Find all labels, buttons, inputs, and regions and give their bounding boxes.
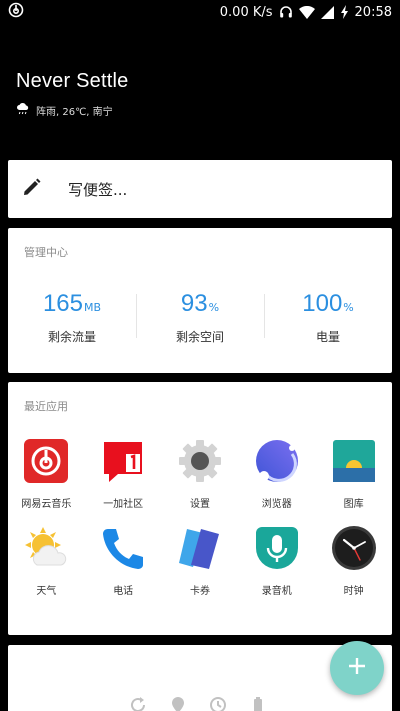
location-icon — [168, 695, 188, 711]
browser-icon — [253, 437, 301, 485]
signal-icon — [320, 5, 334, 19]
app-gallery[interactable]: 图库 — [315, 437, 392, 510]
app-label: 电话 — [113, 586, 134, 597]
app-label: 时钟 — [343, 586, 364, 597]
network-speed: 0.00 K/s — [219, 4, 273, 20]
stat-label: 剩余空间 — [175, 330, 224, 344]
plus-icon — [347, 656, 367, 680]
app-label: 录音机 — [261, 586, 292, 597]
rain-cloud-icon — [16, 103, 30, 118]
phone-icon — [99, 524, 147, 572]
management-center-title: 管理中心 — [24, 246, 68, 259]
battery-icon — [248, 695, 268, 711]
app-label: 天气 — [36, 586, 57, 597]
recent-apps-title: 最近应用 — [24, 400, 68, 413]
add-fab-button[interactable] — [330, 641, 384, 695]
shelf-header: Never Settle 阵雨, 26℃, 南宁 — [16, 70, 128, 118]
app-label: 浏览器 — [261, 499, 292, 510]
stat-unit: % — [343, 301, 354, 314]
app-label: 卡券 — [189, 586, 210, 597]
management-stats: 165MB 剩余流量 93% 剩余空间 100% 电量 — [8, 288, 392, 345]
app-netease-music[interactable]: 网易云音乐 — [8, 437, 85, 510]
netease-music-icon — [22, 437, 70, 485]
status-bar: 0.00 K/s 20:58 — [0, 0, 400, 24]
management-center-card: 管理中心 165MB 剩余流量 93% 剩余空间 100% 电量 — [8, 228, 392, 373]
weather-text: 阵雨, 26℃, 南宁 — [36, 107, 113, 118]
oneplus-community-icon — [99, 437, 147, 485]
stat-storage-remaining[interactable]: 93% 剩余空间 — [136, 288, 264, 345]
app-label: 一加社区 — [103, 499, 144, 510]
app-recorder[interactable]: 录音机 — [238, 524, 315, 597]
stat-value: 100 — [302, 290, 343, 317]
stat-value: 93 — [180, 290, 208, 317]
app-oneplus-community[interactable]: 一加社区 — [85, 437, 162, 510]
pencil-icon — [22, 177, 42, 201]
clock-icon — [330, 524, 378, 572]
timer-icon — [208, 695, 228, 711]
recent-apps-card: 最近应用 网易云音乐 一加社区 设置 浏览器 图库 天气 电话 卡券 录音机 时… — [8, 382, 392, 635]
settings-gear-icon — [176, 437, 224, 485]
stat-label: 电量 — [315, 330, 340, 344]
app-cards[interactable]: 卡券 — [162, 524, 239, 597]
quick-note-label: 写便签... — [68, 180, 128, 199]
app-weather[interactable]: 天气 — [8, 524, 85, 597]
netease-notification-icon — [8, 2, 24, 22]
app-clock[interactable]: 时钟 — [315, 524, 392, 597]
headphones-icon — [279, 5, 293, 19]
battery-charging-icon — [340, 5, 349, 19]
app-label: 网易云音乐 — [21, 499, 72, 510]
clock-time: 20:58 — [354, 4, 392, 20]
stat-unit: % — [208, 301, 220, 314]
stat-label: 剩余流量 — [47, 330, 96, 344]
wifi-icon — [298, 5, 315, 19]
app-label: 图库 — [343, 499, 364, 510]
app-settings[interactable]: 设置 — [162, 437, 239, 510]
app-phone[interactable]: 电话 — [85, 524, 162, 597]
stat-unit: MB — [84, 301, 102, 314]
app-label: 设置 — [189, 499, 210, 510]
weather-icon — [22, 524, 70, 572]
refresh-icon — [128, 695, 148, 711]
cards-icon — [176, 524, 224, 572]
recent-apps-grid: 网易云音乐 一加社区 设置 浏览器 图库 天气 电话 卡券 录音机 时钟 — [8, 437, 392, 597]
app-browser[interactable]: 浏览器 — [238, 437, 315, 510]
gallery-icon — [330, 437, 378, 485]
stat-value: 165 — [42, 290, 83, 317]
stat-battery[interactable]: 100% 电量 — [264, 288, 392, 345]
weather-summary[interactable]: 阵雨, 26℃, 南宁 — [16, 103, 128, 118]
quick-note-card[interactable]: 写便签... — [8, 160, 392, 218]
recorder-icon — [253, 524, 301, 572]
motto-title: Never Settle — [16, 70, 129, 92]
stat-data-remaining[interactable]: 165MB 剩余流量 — [8, 288, 136, 345]
bottom-card-icons — [128, 695, 268, 711]
